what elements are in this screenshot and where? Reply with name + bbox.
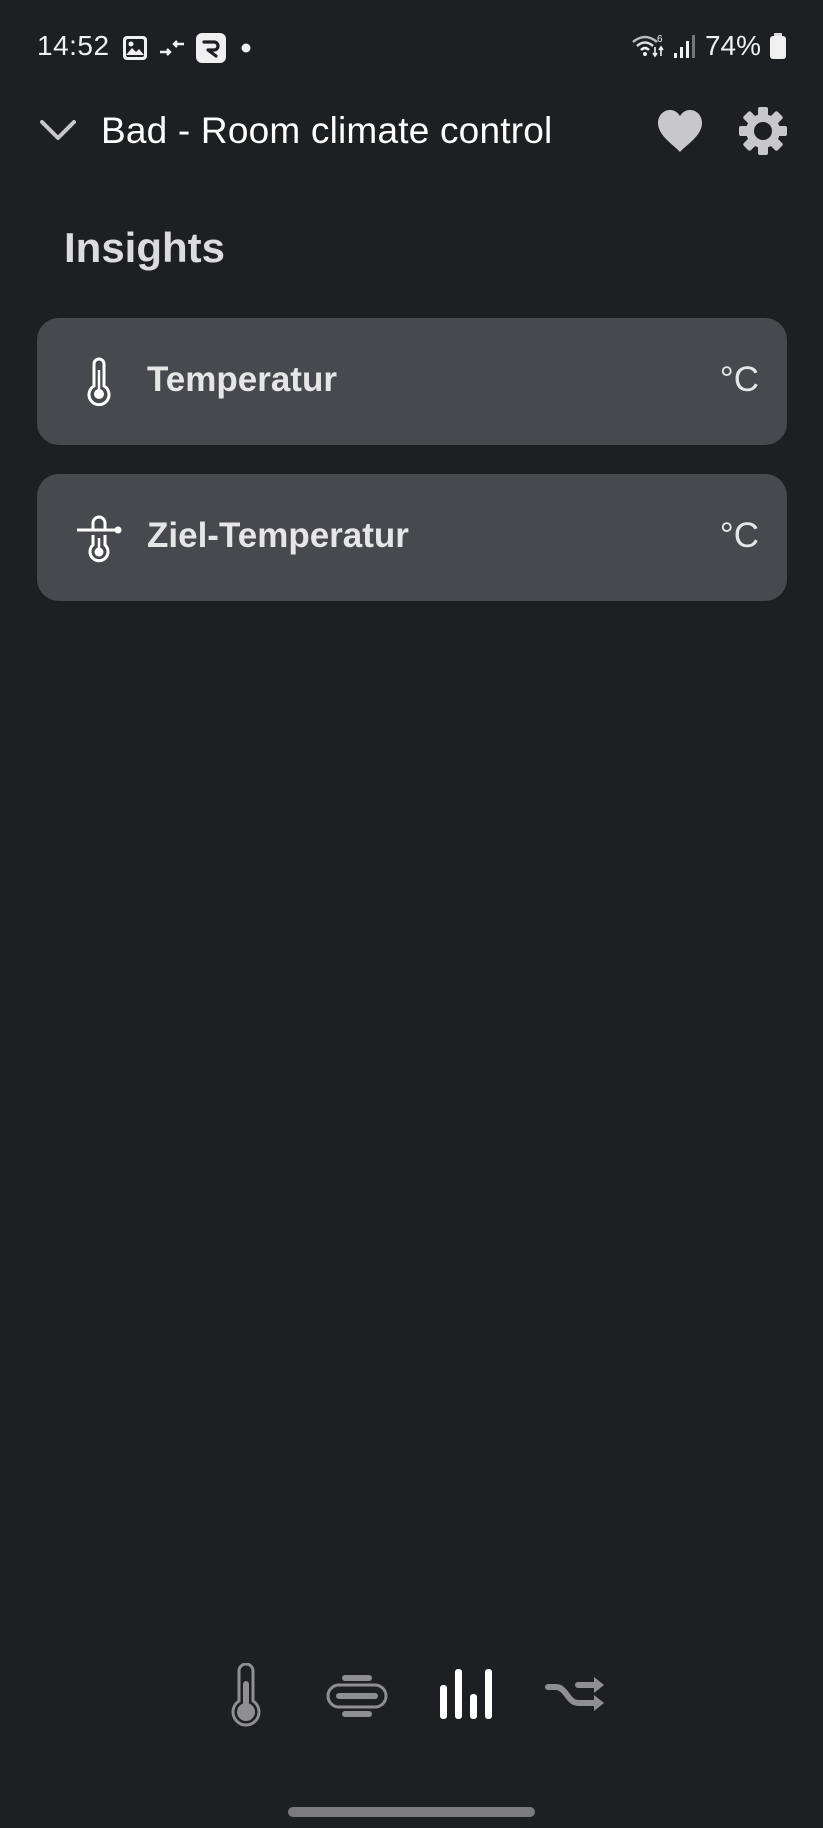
signal-icon	[673, 35, 695, 58]
layers-icon	[326, 1675, 388, 1717]
svg-text:6: 6	[657, 34, 663, 45]
status-bar: 14:52 6 74%	[0, 0, 823, 96]
shuffle-icon	[545, 1677, 604, 1711]
battery-icon	[770, 33, 786, 59]
status-time: 14:52	[37, 30, 110, 61]
thermometer-icon	[87, 357, 111, 407]
app-r-icon	[196, 33, 226, 63]
bar-chart-icon	[440, 1669, 492, 1719]
insight-label: Temperatur	[147, 360, 337, 399]
insight-card-ziel-temperatur[interactable]: Ziel-Temperatur °C	[37, 474, 787, 601]
insight-unit: °C	[719, 516, 759, 555]
gear-icon[interactable]	[738, 106, 788, 156]
page-title: Bad - Room climate control	[101, 110, 553, 151]
status-right-icons: 6 74%	[631, 30, 787, 62]
notification-dot-icon	[241, 43, 251, 53]
gallery-icon	[123, 36, 147, 60]
app-header: Bad - Room climate control	[0, 96, 823, 170]
insight-label: Ziel-Temperatur	[147, 516, 409, 555]
nav-thermometer-tab[interactable]	[211, 1660, 281, 1730]
insight-unit: °C	[719, 360, 759, 399]
status-left-icons	[122, 33, 256, 63]
nav-insights-tab[interactable]	[431, 1660, 501, 1730]
home-indicator[interactable]	[288, 1807, 535, 1817]
chevron-down-icon[interactable]	[38, 116, 78, 146]
insight-card-temperatur[interactable]: Temperatur °C	[37, 318, 787, 445]
data-transfer-icon	[160, 40, 184, 56]
nav-modes-tab[interactable]	[322, 1660, 392, 1730]
battery-percent: 74%	[704, 30, 761, 61]
thermometer-icon	[231, 1663, 261, 1727]
target-temperature-icon	[77, 515, 122, 563]
bottom-nav	[0, 1660, 823, 1740]
wifi-6-icon: 6	[632, 34, 664, 58]
section-title: Insights	[64, 224, 226, 271]
heart-icon[interactable]	[655, 108, 705, 154]
nav-flows-tab[interactable]	[541, 1660, 611, 1730]
